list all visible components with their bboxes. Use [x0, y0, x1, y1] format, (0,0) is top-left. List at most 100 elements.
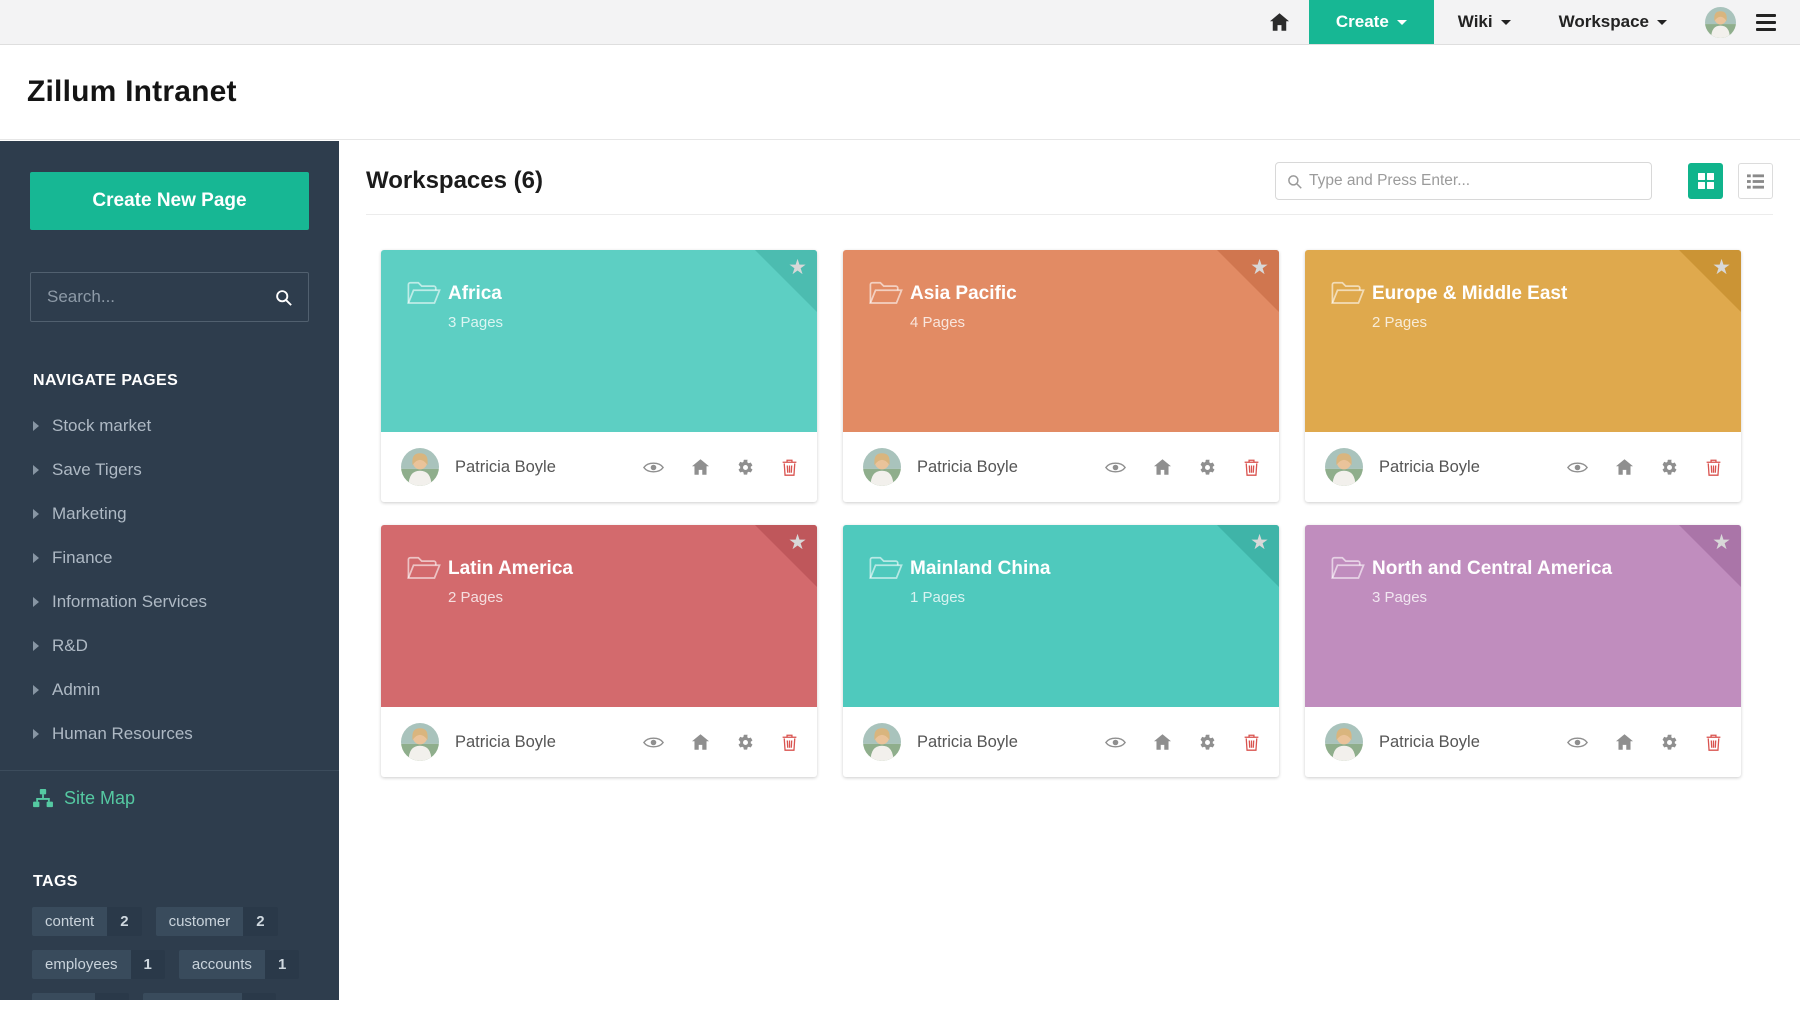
- sidebar-nav-item[interactable]: Finance: [0, 536, 339, 580]
- workspace-card-footer: Patricia Boyle: [843, 707, 1279, 777]
- sidebar-nav-item[interactable]: Marketing: [0, 492, 339, 536]
- grid-view-button[interactable]: [1688, 163, 1723, 199]
- gear-icon[interactable]: [737, 734, 754, 751]
- workspace-card: ★ Asia Pacific 4 Pages Patricia Boyle: [843, 250, 1279, 502]
- triangle-bullet-icon: [33, 685, 39, 695]
- sidebar-nav-item[interactable]: Stock market: [0, 404, 339, 448]
- tag-pill[interactable]: employees 1: [32, 950, 165, 979]
- home-icon[interactable]: [1154, 734, 1171, 750]
- owner-avatar[interactable]: [863, 448, 901, 486]
- workspace-name: Africa: [381, 250, 817, 305]
- workspace-search-input[interactable]: [1309, 172, 1640, 190]
- workspace-card-cover[interactable]: ★ Latin America 2 Pages: [381, 525, 817, 707]
- folder-icon: [407, 556, 441, 588]
- eye-icon[interactable]: [643, 735, 664, 750]
- star-icon[interactable]: ★: [1250, 532, 1269, 553]
- workspace-card-cover[interactable]: ★ Mainland China 1 Pages: [843, 525, 1279, 707]
- trash-icon[interactable]: [1244, 459, 1259, 476]
- sidebar-nav-item[interactable]: Save Tigers: [0, 448, 339, 492]
- site-map-link[interactable]: Site Map: [0, 771, 339, 825]
- owner-name: Patricia Boyle: [1379, 458, 1480, 477]
- eye-icon[interactable]: [643, 460, 664, 475]
- eye-icon[interactable]: [1567, 735, 1588, 750]
- workspace-card-cover[interactable]: ★ North and Central America 3 Pages: [1305, 525, 1741, 707]
- main-header: Workspaces (6): [366, 161, 1773, 201]
- owner-avatar[interactable]: [401, 723, 439, 761]
- star-icon[interactable]: ★: [788, 532, 807, 553]
- workspace-card-footer: Patricia Boyle: [381, 707, 817, 777]
- tag-pill[interactable]: customer 2: [156, 907, 278, 936]
- tag-pill[interactable]: investment 1: [143, 993, 276, 1000]
- trash-icon[interactable]: [782, 459, 797, 476]
- trash-icon[interactable]: [782, 734, 797, 751]
- caret-down-icon: [1657, 20, 1667, 25]
- owner-avatar[interactable]: [1325, 448, 1363, 486]
- tag-pill[interactable]: funds 1: [32, 993, 129, 1000]
- trash-icon[interactable]: [1706, 459, 1721, 476]
- card-actions: [1567, 734, 1721, 751]
- workspace-card-footer: Patricia Boyle: [1305, 707, 1741, 777]
- menu-icon[interactable]: [1756, 14, 1776, 31]
- caret-down-icon: [1501, 20, 1511, 25]
- workspace-card-cover[interactable]: ★ Africa 3 Pages: [381, 250, 817, 432]
- sidebar-search-input[interactable]: [47, 287, 275, 307]
- eye-icon[interactable]: [1105, 735, 1126, 750]
- trash-icon[interactable]: [1706, 734, 1721, 751]
- workspace-page-count: 3 Pages: [381, 305, 817, 331]
- workspace-card-cover[interactable]: ★ Europe & Middle East 2 Pages: [1305, 250, 1741, 432]
- search-icon[interactable]: [275, 289, 292, 306]
- tags-list: content 2 customer 2 employees 1 account…: [32, 907, 315, 1000]
- tag-pill[interactable]: content 2: [32, 907, 142, 936]
- caret-down-icon: [1397, 20, 1407, 25]
- nav-create-button[interactable]: Create: [1309, 0, 1434, 44]
- tag-count-badge: 1: [95, 993, 129, 1000]
- eye-icon[interactable]: [1567, 460, 1588, 475]
- gear-icon[interactable]: [1199, 459, 1216, 476]
- tag-count-badge: 1: [242, 993, 276, 1000]
- owner-name: Patricia Boyle: [917, 458, 1018, 477]
- list-view-button[interactable]: [1738, 163, 1773, 199]
- sidebar-nav-item[interactable]: Information Services: [0, 580, 339, 624]
- nav-wiki-button[interactable]: Wiki: [1434, 0, 1535, 44]
- sidebar-nav-list: Stock market Save Tigers Marketing Finan…: [0, 404, 339, 756]
- triangle-bullet-icon: [33, 465, 39, 475]
- tag-pill[interactable]: accounts 1: [179, 950, 299, 979]
- gear-icon[interactable]: [1199, 734, 1216, 751]
- user-avatar[interactable]: [1705, 7, 1736, 38]
- star-icon[interactable]: ★: [1250, 257, 1269, 278]
- home-icon[interactable]: [1154, 459, 1171, 475]
- triangle-bullet-icon: [33, 641, 39, 651]
- gear-icon[interactable]: [1661, 734, 1678, 751]
- workspace-name: Latin America: [381, 525, 817, 580]
- gear-icon[interactable]: [1661, 459, 1678, 476]
- home-icon[interactable]: [692, 459, 709, 475]
- corner-fold: [1217, 525, 1279, 587]
- owner-avatar[interactable]: [401, 448, 439, 486]
- home-icon[interactable]: [1616, 734, 1633, 750]
- star-icon[interactable]: ★: [1712, 532, 1731, 553]
- sidebar-nav-item-label: Information Services: [52, 592, 207, 612]
- workspace-page-count: 2 Pages: [381, 580, 817, 606]
- sidebar-nav-item[interactable]: Admin: [0, 668, 339, 712]
- owner-avatar[interactable]: [863, 723, 901, 761]
- trash-icon[interactable]: [1244, 734, 1259, 751]
- workspace-card-cover[interactable]: ★ Asia Pacific 4 Pages: [843, 250, 1279, 432]
- workspace-card: ★ Mainland China 1 Pages Patricia Boyle: [843, 525, 1279, 777]
- home-icon[interactable]: [692, 734, 709, 750]
- owner-avatar[interactable]: [1325, 723, 1363, 761]
- star-icon[interactable]: ★: [788, 257, 807, 278]
- eye-icon[interactable]: [1105, 460, 1126, 475]
- create-new-page-button[interactable]: Create New Page: [30, 172, 309, 230]
- navigate-pages-heading: NAVIGATE PAGES: [33, 372, 339, 390]
- home-icon[interactable]: [1616, 459, 1633, 475]
- owner-name: Patricia Boyle: [1379, 733, 1480, 752]
- star-icon[interactable]: ★: [1712, 257, 1731, 278]
- workspace-card: ★ Europe & Middle East 2 Pages Patricia …: [1305, 250, 1741, 502]
- nav-home-button[interactable]: [1250, 0, 1309, 44]
- sidebar-nav-item[interactable]: R&D: [0, 624, 339, 668]
- gear-icon[interactable]: [737, 459, 754, 476]
- nav-workspace-button[interactable]: Workspace: [1535, 0, 1691, 44]
- tag-label: content: [32, 907, 107, 936]
- card-actions: [1105, 459, 1259, 476]
- sidebar-nav-item[interactable]: Human Resources: [0, 712, 339, 756]
